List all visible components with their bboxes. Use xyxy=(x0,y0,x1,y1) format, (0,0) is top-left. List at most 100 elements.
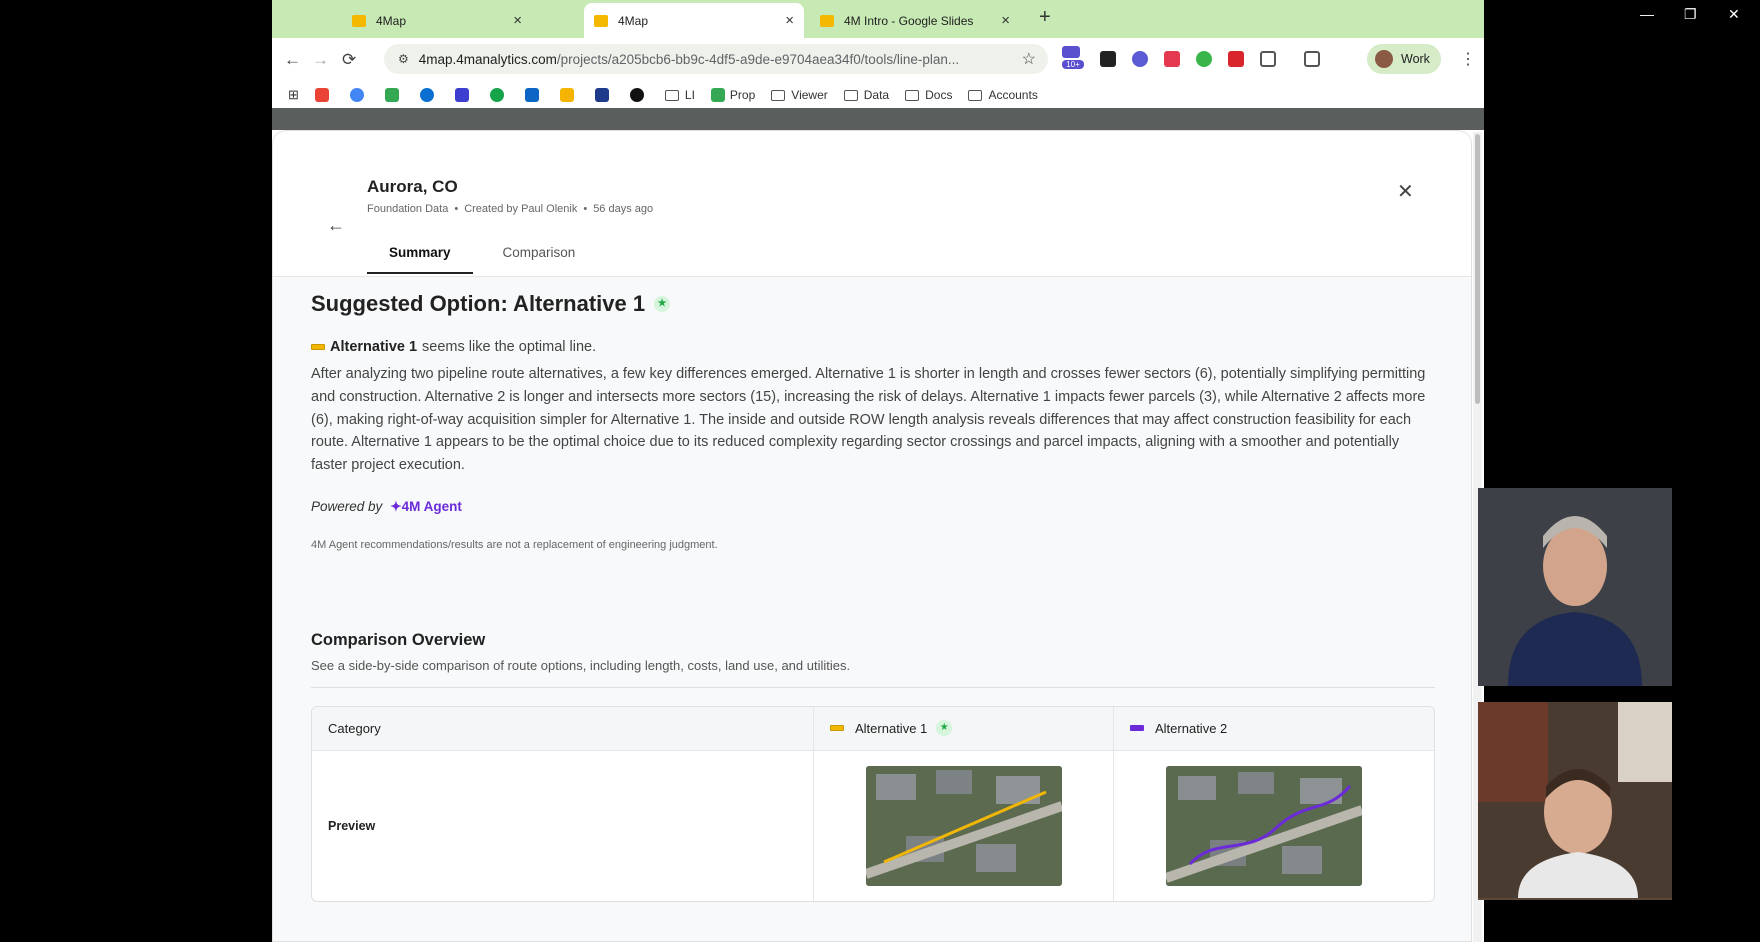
back-arrow-icon[interactable]: ← xyxy=(284,50,301,70)
bookmark-folder-li[interactable]: LI xyxy=(664,88,695,102)
apps-grid-icon: ⊞ xyxy=(288,87,299,102)
header-alt2-label: Alternative 2 xyxy=(1155,720,1228,736)
meta-separator: • xyxy=(454,203,459,215)
bookmark-label: Docs xyxy=(925,88,953,102)
bookmark-gmail[interactable] xyxy=(314,88,334,102)
meta-separator: • xyxy=(583,203,588,215)
optimal-line-statement: Alternative 1 seems like the optimal lin… xyxy=(311,339,1435,355)
profile-label: Work xyxy=(1401,52,1430,66)
disclaimer: 4M Agent recommendations/results are not… xyxy=(311,538,718,551)
alt2-route-preview-image[interactable] xyxy=(1166,765,1362,886)
recommended-star-icon: ★ xyxy=(936,720,953,737)
close-icon[interactable]: ✕ xyxy=(1397,179,1414,204)
linkedin-icon xyxy=(524,88,539,102)
folder-icon xyxy=(771,89,786,101)
comparison-table: Category Alternative 1 ★ Alternative 2 P… xyxy=(311,705,1435,902)
browser-tab-active[interactable]: 4Map × xyxy=(584,3,804,38)
alt2-preview-wrap xyxy=(1130,765,1414,886)
browser-tab[interactable]: 4M Intro - Google Slides × xyxy=(810,3,1020,38)
sparkle-icon: ✦ xyxy=(390,498,402,514)
browser-window: 4Map × 4Map × 4M Intro - Google Slides ×… xyxy=(272,0,1484,942)
shield-extension-icon[interactable] xyxy=(1132,51,1148,67)
bookmark-apps[interactable]: ⊞ xyxy=(288,87,299,103)
avatar xyxy=(1375,50,1393,68)
bookmark-star-icon[interactable]: ☆ xyxy=(1022,49,1036,69)
grid-extension-icon[interactable] xyxy=(1164,51,1180,67)
restore-window-icon[interactable]: ❐ xyxy=(1684,6,1697,23)
drive-icon xyxy=(710,88,725,102)
bookmark-google[interactable] xyxy=(349,88,369,102)
gmail-icon xyxy=(314,88,329,102)
suggested-option-heading: Suggested Option: Alternative 1 ★ xyxy=(311,291,1435,317)
z-extension-icon[interactable] xyxy=(1228,51,1244,67)
tab-summary[interactable]: Summary xyxy=(367,231,473,274)
header-alt1: Alternative 1 ★ xyxy=(814,706,1114,750)
close-tab-icon[interactable]: × xyxy=(1001,12,1010,29)
tab-title: 4Map xyxy=(618,13,649,28)
bookmark-label: LI xyxy=(684,88,695,102)
divider xyxy=(311,686,1435,688)
bookmark-camera[interactable] xyxy=(629,88,649,102)
alt1-preview-cell xyxy=(814,750,1114,901)
close-tab-icon[interactable]: × xyxy=(785,12,794,29)
more-menu-icon[interactable]: ⋮ xyxy=(1460,49,1476,69)
drive-icon xyxy=(384,88,399,102)
panel-tabs: Summary Comparison xyxy=(367,231,605,274)
scrollbar-thumb[interactable] xyxy=(1475,134,1480,404)
tab-comparison[interactable]: Comparison xyxy=(481,231,598,274)
bookmark-slides[interactable] xyxy=(559,88,579,102)
folder-icon xyxy=(664,89,679,101)
bookmark-plane[interactable] xyxy=(594,88,614,102)
bolt-extension-icon[interactable] xyxy=(1100,51,1116,67)
alt1-route-preview-image[interactable] xyxy=(865,765,1062,886)
back-arrow-icon[interactable]: ← xyxy=(327,215,345,236)
plane-icon xyxy=(594,88,609,102)
alt1-swatch-icon xyxy=(311,344,325,350)
puzzle-extensions-icon[interactable] xyxy=(1260,51,1276,67)
close-window-icon[interactable]: ✕ xyxy=(1728,6,1740,23)
4map-favicon-icon xyxy=(594,14,608,27)
bookmark-linkedin[interactable] xyxy=(524,88,544,102)
webcam-feed-guest xyxy=(1478,702,1672,900)
bookmark-green[interactable] xyxy=(489,88,509,102)
url-text[interactable]: 4map.4manalytics.com/projects/a205bcb6-b… xyxy=(419,52,1010,67)
bookmark-folder-accounts[interactable]: Accounts xyxy=(968,88,1038,102)
forward-arrow-icon[interactable]: → xyxy=(312,50,329,70)
folder-icon xyxy=(968,89,983,101)
comparison-panel: ← Aurora, CO Foundation Data • Created b… xyxy=(272,130,1472,942)
bookmark-cloud[interactable] xyxy=(419,88,439,102)
agent-link[interactable]: ✦4M Agent xyxy=(390,499,462,515)
agent-name: 4M Agent xyxy=(401,498,462,514)
browser-tab[interactable]: 4Map × xyxy=(342,3,532,38)
bookmark-drive[interactable] xyxy=(384,88,404,102)
bookmark-label: Prop xyxy=(729,88,756,102)
reload-icon[interactable]: ⟳ xyxy=(342,50,356,70)
bookmark-label: Viewer xyxy=(791,88,828,102)
new-tab-plus-icon[interactable]: + xyxy=(1039,6,1051,29)
heading-text: Suggested Option: Alternative 1 xyxy=(311,291,646,316)
bookmark-folder-docs[interactable]: Docs xyxy=(905,88,952,102)
extension-badge-icon[interactable]: 10+ xyxy=(1062,46,1084,72)
bookmark-prop[interactable]: Prop xyxy=(710,88,756,102)
4m-extension-icon[interactable] xyxy=(1196,51,1212,67)
bookmark-shield[interactable] xyxy=(454,88,474,102)
site-info-icon[interactable]: ⚙ xyxy=(398,52,409,66)
minimize-window-icon[interactable]: — xyxy=(1640,6,1654,22)
folder-icon xyxy=(905,89,920,101)
bookmark-folder-data[interactable]: Data xyxy=(843,88,889,102)
alt1-route-map xyxy=(865,765,1062,886)
close-tab-icon[interactable]: × xyxy=(513,12,522,29)
panel-header: ← Aurora, CO Foundation Data • Created b… xyxy=(273,131,1471,277)
slides-favicon-icon xyxy=(820,14,834,27)
address-bar[interactable]: ⚙ 4map.4manalytics.com/projects/a205bcb6… xyxy=(384,44,1048,74)
side-panel-icon[interactable] xyxy=(1304,51,1320,67)
project-meta: Foundation Data • Created by Paul Olenik… xyxy=(367,203,653,215)
bookmark-folder-viewer[interactable]: Viewer xyxy=(771,88,828,102)
header-alt1-label: Alternative 1 xyxy=(855,720,928,736)
table-row: Preview xyxy=(312,750,1434,901)
comparison-subtitle: See a side-by-side comparison of route o… xyxy=(311,657,851,673)
meta-author: Created by Paul Olenik xyxy=(464,203,578,215)
alt2-route-map xyxy=(1166,765,1362,886)
page-title: Aurora, CO xyxy=(367,177,458,196)
profile-chip[interactable]: Work xyxy=(1367,44,1441,74)
